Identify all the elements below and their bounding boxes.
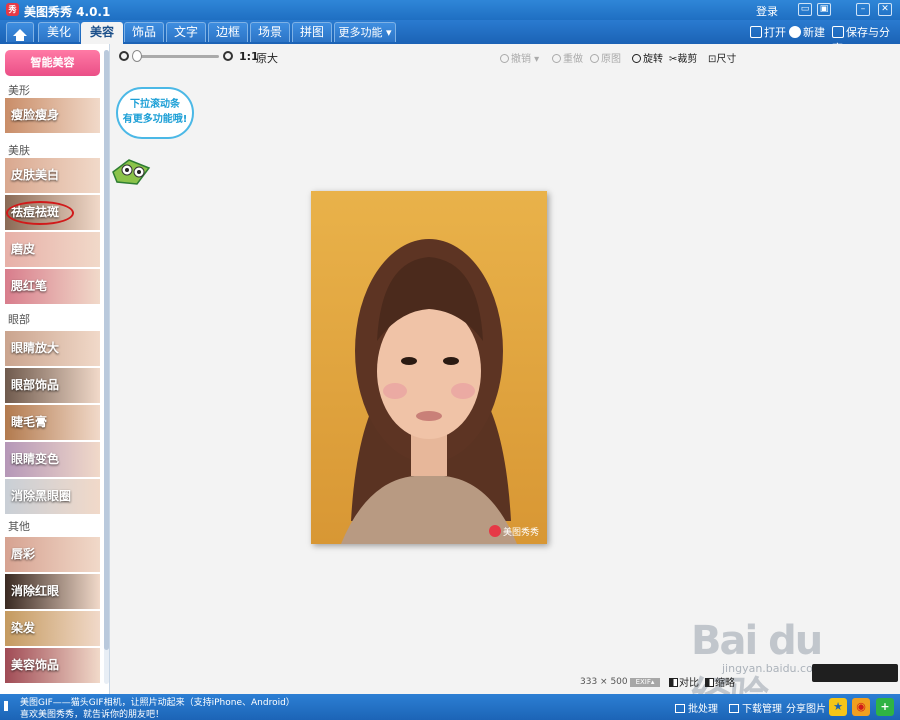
login-link[interactable]: 登录 bbox=[756, 3, 778, 19]
feature-hair-dye[interactable]: 染发 bbox=[5, 611, 100, 646]
undo-button[interactable]: 撤销 ▾ bbox=[500, 50, 539, 65]
add-icon[interactable]: + bbox=[876, 698, 894, 716]
star-icon[interactable]: ★ bbox=[829, 698, 847, 716]
photo-watermark: 美图秀秀 bbox=[503, 528, 540, 538]
scrollbar-thumb[interactable] bbox=[104, 50, 109, 650]
section-shape: 美形 bbox=[8, 84, 30, 97]
smart-cosmetic-button[interactable]: 智能美容 bbox=[5, 50, 100, 76]
crop-button[interactable]: ✂裁剪 bbox=[669, 50, 697, 65]
download-manager-button[interactable]: 下载管理 bbox=[729, 700, 782, 715]
zoom-in-icon[interactable] bbox=[223, 51, 233, 61]
section-skin: 美肤 bbox=[8, 144, 30, 157]
app-title: 美图秀秀 4.0.1 bbox=[24, 5, 111, 19]
chat-icon[interactable]: ▭ bbox=[798, 3, 812, 16]
image-dimensions: 333 × 500 bbox=[580, 677, 628, 687]
feature-lip-gloss[interactable]: 唇彩 bbox=[5, 537, 100, 572]
photo[interactable]: 美图秀秀 bbox=[311, 191, 547, 544]
panel-scrollbar[interactable] bbox=[104, 50, 109, 684]
feature-eye-color[interactable]: 眼睛变色 bbox=[5, 442, 100, 477]
weibo-icon[interactable]: ◉ bbox=[852, 698, 870, 716]
status-bar: 美图GIF——猫头GIF相机，让照片动起来（支持iPhone、Android） … bbox=[0, 694, 900, 720]
zoom-slider[interactable] bbox=[135, 55, 219, 58]
feature-panel: 智能美容 美形 瘦脸瘦身 美肤 皮肤美白 祛痘祛斑 磨皮 腮红笔 眼部 眼睛放大… bbox=[0, 44, 110, 694]
batch-button[interactable]: 批处理 bbox=[675, 700, 718, 715]
compare-button[interactable]: 对比 bbox=[669, 674, 699, 689]
feature-skin-whiten[interactable]: 皮肤美白 bbox=[5, 158, 100, 193]
close-icon[interactable]: ✕ bbox=[878, 3, 892, 16]
tip-bubble: 下拉滚动条 有更多功能哦! bbox=[116, 87, 194, 139]
plus-icon bbox=[789, 26, 801, 38]
undo-icon bbox=[500, 54, 509, 63]
open-button[interactable]: 打开 bbox=[750, 24, 786, 40]
tab-cosmetic[interactable]: 美容 bbox=[81, 22, 123, 44]
rotate-icon bbox=[632, 54, 641, 63]
home-icon bbox=[13, 29, 27, 41]
rotate-button[interactable]: 旋转 bbox=[632, 50, 663, 65]
app-logo: 秀 bbox=[6, 3, 19, 16]
feature-mascara[interactable]: 睫毛膏 bbox=[5, 405, 100, 440]
new-button[interactable]: 新建 bbox=[789, 24, 825, 40]
baidu-watermark-url: jingyan.baidu.com bbox=[722, 662, 824, 675]
feature-enlarge-eyes[interactable]: 眼睛放大 bbox=[5, 331, 100, 366]
feature-beauty-accessories[interactable]: 美容饰品 bbox=[5, 648, 100, 683]
minimize-icon[interactable]: – bbox=[856, 3, 870, 16]
exif-button[interactable]: EXIF▴ bbox=[630, 678, 660, 687]
original-button[interactable]: 原图 bbox=[590, 50, 621, 65]
actual-size-label[interactable]: 原大 bbox=[256, 50, 278, 66]
tab-scene[interactable]: 场景 bbox=[250, 22, 290, 42]
share-image-button[interactable]: 分享图片 bbox=[786, 700, 826, 715]
title-bar: 秀 美图秀秀 4.0.1 登录 ▭ ▣ – ✕ bbox=[0, 0, 900, 20]
portrait-image bbox=[311, 191, 547, 544]
mascot-icon bbox=[112, 159, 151, 185]
size-button[interactable]: ⊡尺寸 bbox=[708, 50, 736, 65]
thumbnail-button[interactable]: 缩略 bbox=[705, 674, 735, 689]
zoom-slider-knob[interactable] bbox=[132, 50, 142, 62]
feature-smooth-skin[interactable]: 磨皮 bbox=[5, 232, 100, 267]
tab-accessories[interactable]: 饰品 bbox=[124, 22, 164, 42]
section-other: 其他 bbox=[8, 520, 30, 533]
feature-slim-face[interactable]: 瘦脸瘦身 bbox=[5, 98, 100, 133]
tab-frame[interactable]: 边框 bbox=[208, 22, 248, 42]
meitu-logo bbox=[489, 525, 501, 537]
highlight-circle bbox=[6, 201, 74, 225]
thumbnail-icon bbox=[705, 678, 714, 687]
feature-eye-accessories[interactable]: 眼部饰品 bbox=[5, 368, 100, 403]
tab-collage[interactable]: 拼图 bbox=[292, 22, 332, 42]
folder-icon bbox=[750, 26, 762, 38]
settings-icon[interactable]: ▣ bbox=[817, 3, 831, 16]
feature-red-eye[interactable]: 消除红眼 bbox=[5, 574, 100, 609]
feature-blush-brush[interactable]: 腮红笔 bbox=[5, 269, 100, 304]
original-icon bbox=[590, 54, 599, 63]
download-icon bbox=[729, 704, 739, 713]
speaker-icon[interactable] bbox=[4, 701, 12, 711]
tab-beautify[interactable]: 美化 bbox=[38, 22, 80, 42]
news-ticker-2[interactable]: 喜欢美图秀秀，就告诉你的朋友吧！ bbox=[20, 707, 164, 720]
ime-toolbar[interactable] bbox=[812, 664, 898, 682]
feature-acne-removal[interactable]: 祛痘祛斑 bbox=[5, 195, 100, 230]
tab-home[interactable] bbox=[6, 22, 34, 42]
menu-bar: 美化 美容 饰品 文字 边框 场景 拼图 更多功能 ▾ 打开 新建 保存与分享 bbox=[0, 20, 900, 55]
redo-icon bbox=[552, 54, 561, 63]
section-eyes: 眼部 bbox=[8, 313, 30, 326]
canvas-area: 1:1 原大 撤销 ▾ 重做 原图 旋转 ✂裁剪 ⊡尺寸 下拉滚动条 有更多功能… bbox=[111, 44, 900, 720]
batch-icon bbox=[675, 704, 685, 713]
tab-text[interactable]: 文字 bbox=[166, 22, 206, 42]
redo-button[interactable]: 重做 bbox=[552, 50, 583, 65]
save-icon bbox=[832, 26, 844, 38]
baidu-watermark: Bai du 经验 bbox=[691, 618, 823, 720]
compare-icon bbox=[669, 678, 678, 687]
feature-dark-circles[interactable]: 消除黑眼圈 bbox=[5, 479, 100, 514]
tab-more-features[interactable]: 更多功能 ▾ bbox=[334, 22, 396, 42]
zoom-out-icon[interactable] bbox=[119, 51, 129, 61]
